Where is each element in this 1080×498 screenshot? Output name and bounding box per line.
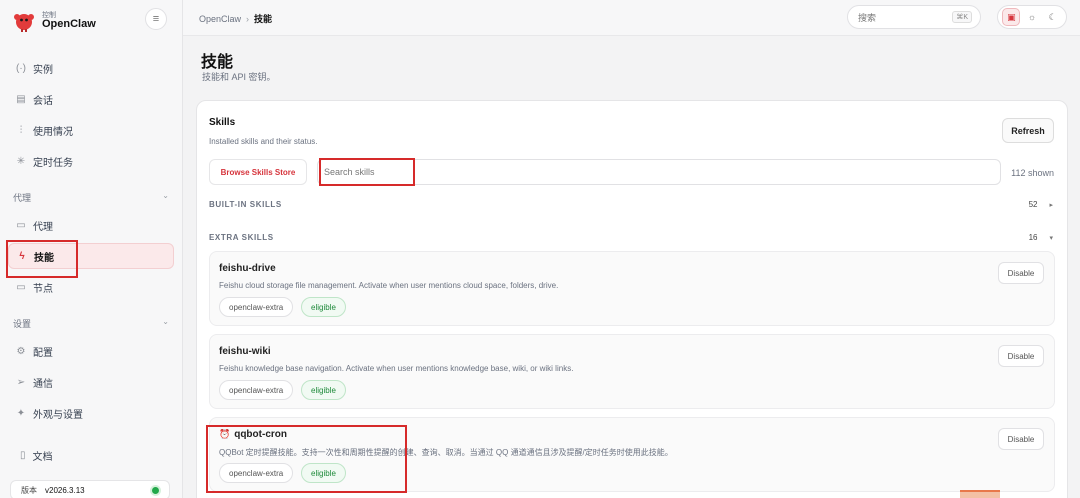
sidebar-item-label: 定时任务 <box>33 157 73 169</box>
breadcrumb-separator-icon: › <box>246 14 250 24</box>
version-label: 版本 <box>21 485 37 495</box>
sidebar-item-appearance[interactable]: ✦ 外观与设置 <box>8 400 174 426</box>
breadcrumb-current: 技能 <box>254 14 273 24</box>
chevron-down-icon: ⌄ <box>162 317 169 326</box>
send-icon: ➢ <box>16 376 26 388</box>
skill-description: QQBot 定时提醒技能。支持一次性和周期性提醒的创建、查询、取消。当通过 QQ… <box>219 448 673 457</box>
sidebar-item-cron[interactable]: ✳ 定时任务 <box>8 148 174 174</box>
card-subtitle: Installed skills and their status. <box>209 137 318 146</box>
skill-source-badge: openclaw-extra <box>219 297 294 317</box>
version-badge: 版本 v2026.3.13 <box>10 480 170 498</box>
document-icon: ▤ <box>16 93 26 105</box>
breadcrumb: OpenClaw › 技能 <box>199 12 272 25</box>
sidebar: 控制 OpenClaw ≡ (·) 实例 ▤ 会话 ⫶ 使用情况 ✳ 定时任务 … <box>0 0 183 498</box>
skill-description: Feishu knowledge base navigation. Activa… <box>219 364 574 373</box>
breadcrumb-root[interactable]: OpenClaw <box>199 14 241 24</box>
global-search-placeholder: 搜索 <box>858 12 877 23</box>
sidebar-item-label: 实例 <box>33 64 53 76</box>
skill-card-qqbot-cron: ⏰ qqbot-cron QQBot 定时提醒技能。支持一次性和周期性提醒的创建、… <box>209 417 1055 492</box>
browse-skills-store-button[interactable]: Browse Skills Store <box>209 159 307 185</box>
global-search-input[interactable]: 搜索 ⌘K <box>847 5 981 29</box>
skill-name: feishu-wiki <box>219 346 271 357</box>
sidebar-item-usage[interactable]: ⫶ 使用情况 <box>8 117 174 143</box>
skill-name: feishu-drive <box>219 263 276 274</box>
skill-card-feishu-drive: feishu-drive Feishu cloud storage file m… <box>209 251 1055 326</box>
sidebar-item-label: 节点 <box>33 283 53 295</box>
sidebar-item-label: 配置 <box>33 347 53 359</box>
loader-icon: ✳ <box>16 155 26 167</box>
version-value: v2026.3.13 <box>45 485 85 495</box>
sidebar-item-skills[interactable]: ϟ 技能 <box>8 243 174 269</box>
sidebar-item-label: 会话 <box>33 95 53 107</box>
sidebar-item-sessions[interactable]: ▤ 会话 <box>8 86 174 112</box>
topbar: OpenClaw › 技能 搜索 ⌘K ▣ ☼ ☾ <box>183 0 1080 36</box>
chevron-down-icon: ⌄ <box>162 191 169 200</box>
caret-right-icon: ▸ <box>1049 202 1053 209</box>
page-title: 技能 <box>201 54 234 71</box>
brand-name: OpenClaw <box>42 17 96 30</box>
sidebar-item-agents[interactable]: ▭ 代理 <box>8 212 174 238</box>
extra-skills-label: EXTRA SKILLS <box>209 233 274 242</box>
skill-description: Feishu cloud storage file management. Ac… <box>219 281 559 290</box>
section-agent[interactable]: 代理 ⌄ <box>13 191 169 204</box>
sidebar-item-label: 使用情况 <box>33 126 73 138</box>
builtin-skills-header[interactable]: BUILT-IN SKILLS 52 ▸ <box>209 200 1057 209</box>
corner-decoration <box>960 490 1000 498</box>
shown-count: 112 shown <box>1011 168 1054 178</box>
builtin-skills-label: BUILT-IN SKILLS <box>209 200 282 209</box>
broadcast-icon: (·) <box>16 62 26 74</box>
skills-search-input[interactable] <box>317 159 1001 185</box>
theme-switcher: ▣ ☼ ☾ <box>997 5 1067 29</box>
builtin-skills-count: 52 <box>1028 200 1038 209</box>
status-dot-icon <box>152 486 159 494</box>
folder-icon: ▭ <box>16 219 26 231</box>
caret-down-icon: ▾ <box>1049 235 1053 242</box>
refresh-button[interactable]: Refresh <box>1002 118 1054 143</box>
card-title: Skills <box>209 117 236 128</box>
lightning-icon: ϟ <box>19 250 25 262</box>
bar-chart-icon: ⫶ <box>19 124 23 136</box>
section-settings[interactable]: 设置 ⌄ <box>13 317 169 330</box>
section-settings-label: 设置 <box>13 319 32 329</box>
moon-icon[interactable]: ☾ <box>1044 8 1062 26</box>
monitor-icon[interactable]: ▣ <box>1002 8 1021 26</box>
sidebar-item-nodes[interactable]: ▭ 节点 <box>8 274 174 300</box>
sun-icon[interactable]: ☼ <box>1023 8 1041 26</box>
monitor-icon: ▭ <box>16 281 26 293</box>
disable-button[interactable]: Disable <box>998 428 1044 450</box>
lobster-logo-icon <box>12 9 36 33</box>
docs-link[interactable]: ▯ 文档 <box>12 444 172 466</box>
book-icon: ▯ <box>20 449 26 461</box>
disable-button[interactable]: Disable <box>998 345 1044 367</box>
page-subtitle: 技能和 API 密钥。 <box>202 72 276 82</box>
sidebar-item-label: 通信 <box>33 378 53 390</box>
skill-status-badge: eligible <box>301 297 346 317</box>
gear-icon: ⚙ <box>16 345 26 357</box>
skill-source-badge: openclaw-extra <box>219 463 294 483</box>
skill-name: qqbot-cron <box>234 429 287 440</box>
brand[interactable]: 控制 OpenClaw <box>12 6 96 36</box>
menu-icon: ≡ <box>152 13 160 25</box>
skill-status-badge: eligible <box>301 380 346 400</box>
skill-name-row: ⏰ qqbot-cron <box>219 429 287 440</box>
sidebar-item-label: 代理 <box>33 221 53 233</box>
sidebar-item-label: 技能 <box>34 252 54 264</box>
disable-button[interactable]: Disable <box>998 262 1044 284</box>
sidebar-item-comms[interactable]: ➢ 通信 <box>8 369 174 395</box>
sidebar-item-label: 外观与设置 <box>33 409 83 421</box>
extra-skills-header[interactable]: EXTRA SKILLS 16 ▾ <box>209 233 1057 242</box>
docs-label: 文档 <box>32 451 53 463</box>
collapse-sidebar-button[interactable]: ≡ <box>145 8 167 30</box>
sparkle-icon: ✦ <box>16 407 26 419</box>
sidebar-item-instances[interactable]: (·) 实例 <box>8 55 174 81</box>
skill-card-feishu-wiki: feishu-wiki Feishu knowledge base naviga… <box>209 334 1055 409</box>
skill-status-badge: eligible <box>301 463 346 483</box>
section-agent-label: 代理 <box>13 193 32 203</box>
skills-card: Skills Installed skills and their status… <box>196 100 1068 498</box>
sidebar-item-config[interactable]: ⚙ 配置 <box>8 338 174 364</box>
search-shortcut: ⌘K <box>952 11 972 23</box>
alarm-clock-icon: ⏰ <box>219 429 231 439</box>
extra-skills-count: 16 <box>1028 233 1038 242</box>
skill-source-badge: openclaw-extra <box>219 380 294 400</box>
